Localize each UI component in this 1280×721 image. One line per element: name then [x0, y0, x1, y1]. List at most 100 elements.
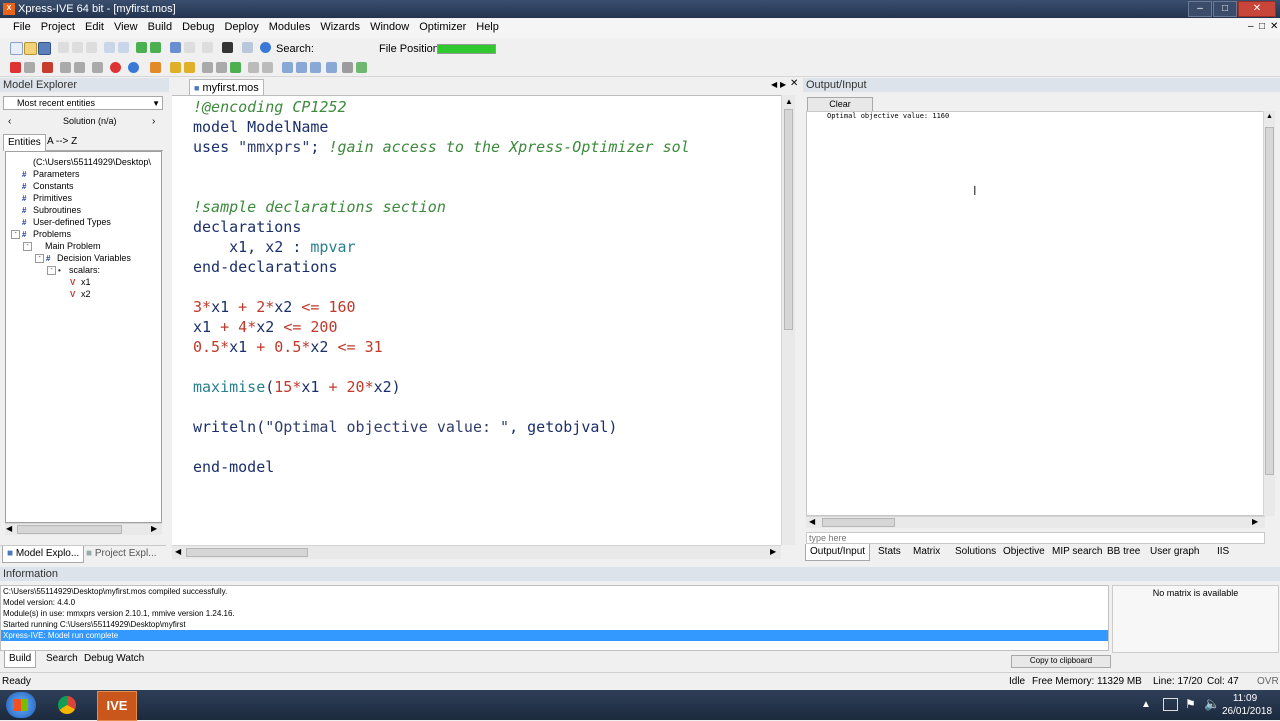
collapse-toggle-icon[interactable]: -: [23, 242, 32, 251]
maximize-button[interactable]: □: [1213, 1, 1237, 17]
output-tab-mip-search[interactable]: MIP search: [1048, 544, 1106, 560]
editor-vscroll-thumb[interactable]: [784, 109, 793, 330]
info-tab-build[interactable]: Build: [4, 651, 37, 668]
log-line[interactable]: Model version: 4.4.0: [3, 597, 75, 608]
output-vscroll-thumb[interactable]: [1265, 127, 1274, 475]
output-vertical-scrollbar[interactable]: ▲: [1263, 111, 1275, 516]
solution-next-button[interactable]: ›: [152, 116, 155, 127]
tree-item[interactable]: Vx1: [70, 276, 91, 288]
cut-icon[interactable]: [58, 42, 69, 53]
deploy-icon[interactable]: [170, 62, 181, 73]
find-icon[interactable]: [202, 42, 213, 53]
output-tab-solutions[interactable]: Solutions: [951, 544, 1000, 560]
breakpoint-icon[interactable]: [10, 62, 21, 73]
redo-icon[interactable]: [184, 42, 195, 53]
output-tab-output-input[interactable]: Output/Input: [805, 544, 871, 561]
scroll-up-icon[interactable]: ▲: [785, 97, 793, 106]
log-line[interactable]: C:\Users\55114929\Desktop\myfirst.mos co…: [3, 586, 227, 597]
copy-icon[interactable]: [72, 42, 83, 53]
menu-project[interactable]: Project: [36, 19, 80, 35]
solution-prev-button[interactable]: ‹: [8, 116, 11, 127]
tree-item[interactable]: # User-defined Types: [22, 216, 111, 228]
scroll-left-icon[interactable]: ◀: [6, 524, 12, 533]
tree-item[interactable]: Vx2: [70, 288, 91, 300]
mdi-close-button[interactable]: ✕: [1270, 21, 1278, 32]
undo-icon[interactable]: [170, 42, 181, 53]
app-icon[interactable]: X: [3, 3, 15, 15]
options-icon[interactable]: [342, 62, 353, 73]
clock-icon[interactable]: [128, 62, 139, 73]
output-scroll-right-icon[interactable]: ▶: [1252, 517, 1258, 526]
tab-myfirst-mos[interactable]: ■ myfirst.mos: [189, 79, 264, 96]
tree-item[interactable]: # Constants: [22, 180, 74, 192]
tree-horizontal-scrollbar[interactable]: ◀ ▶: [5, 523, 162, 535]
menu-modules[interactable]: Modules: [264, 19, 316, 35]
help-icon[interactable]: [260, 42, 271, 53]
tree-item[interactable]: # Subroutines: [22, 204, 81, 216]
minimize-button[interactable]: –: [1188, 1, 1212, 17]
tree-item[interactable]: # Parameters: [22, 168, 80, 180]
output-tab-objective[interactable]: Objective: [999, 544, 1049, 560]
collapse-toggle-icon[interactable]: -: [11, 230, 20, 239]
output-tab-user-graph[interactable]: User graph: [1146, 544, 1203, 560]
menu-view[interactable]: View: [109, 19, 143, 35]
tree-item[interactable]: # Primitives: [22, 192, 72, 204]
output-horizontal-scrollbar[interactable]: ◀ ▶: [806, 516, 1265, 528]
resume-icon[interactable]: [216, 62, 227, 73]
menu-wizards[interactable]: Wizards: [315, 19, 365, 35]
tree-item[interactable]: - # Decision Variables: [35, 252, 131, 264]
debug-icon[interactable]: [60, 62, 71, 73]
start-button[interactable]: [6, 692, 36, 718]
open-folder-icon[interactable]: [24, 42, 37, 55]
output-tab-stats[interactable]: Stats: [874, 544, 905, 560]
log-line[interactable]: Module(s) in use: mmxprs version 2.10.1,…: [3, 608, 235, 619]
tray-flag-icon[interactable]: ⚑: [1185, 697, 1196, 711]
volume-icon[interactable]: 🔈: [1204, 696, 1220, 712]
menu-edit[interactable]: Edit: [80, 19, 109, 35]
clock[interactable]: 11:09 26/01/2018: [1222, 692, 1272, 718]
graph-icon[interactable]: [356, 62, 367, 73]
mdi-restore-button[interactable]: □: [1259, 21, 1265, 32]
pencil-icon[interactable]: [150, 62, 161, 73]
output-hscroll-thumb[interactable]: [822, 518, 895, 527]
halt-icon[interactable]: [262, 62, 273, 73]
menu-deploy[interactable]: Deploy: [220, 19, 264, 35]
log-line[interactable]: Started running C:\Users\55114929\Deskto…: [3, 619, 186, 630]
file-position-bar[interactable]: [437, 44, 496, 54]
output-scroll-left-icon[interactable]: ◀: [809, 517, 815, 526]
tab-scroll-right-icon[interactable]: ▶: [780, 80, 786, 89]
editor-scroll-left-icon[interactable]: ◀: [175, 547, 181, 556]
paste-icon[interactable]: [86, 42, 97, 53]
download-icon[interactable]: [150, 42, 161, 53]
scroll-right-icon[interactable]: ▶: [151, 524, 157, 533]
new-file-icon[interactable]: [10, 42, 23, 55]
output-input-field[interactable]: [806, 532, 1265, 544]
output-tab-matrix[interactable]: Matrix: [909, 544, 944, 560]
chrome-taskbar-button[interactable]: [52, 692, 82, 718]
menu-debug[interactable]: Debug: [177, 19, 219, 35]
split-icon[interactable]: [326, 62, 337, 73]
tray-chevron-icon[interactable]: ▲: [1141, 699, 1151, 710]
entity-tree[interactable]: (C:\Users\55114929\Desktop\ # Parameters # C…: [5, 151, 162, 523]
mdi-minimize-button[interactable]: –: [1248, 21, 1254, 32]
run-icon[interactable]: [42, 62, 53, 73]
stop-icon[interactable]: [110, 62, 121, 73]
cascade-icon[interactable]: [296, 62, 307, 73]
tab-project-explorer[interactable]: ■ Project Expl...: [82, 546, 161, 562]
log-line[interactable]: Xpress-IVE: Model run complete: [1, 630, 1108, 641]
menu-build[interactable]: Build: [143, 19, 177, 35]
menu-window[interactable]: Window: [365, 19, 414, 35]
tab-alphabetical[interactable]: A --> Z: [43, 134, 81, 150]
pause-icon[interactable]: [202, 62, 213, 73]
tab-model-explorer[interactable]: ■ Model Explo...: [2, 546, 85, 563]
info-tab-debug-watch[interactable]: Debug Watch: [80, 651, 148, 667]
output-tab-bb-tree[interactable]: BB tree: [1103, 544, 1144, 560]
close-button[interactable]: ✕: [1238, 1, 1276, 17]
output-tab-iis[interactable]: IIS: [1213, 544, 1233, 560]
network-icon[interactable]: [1163, 698, 1178, 711]
scroll-thumb[interactable]: [17, 525, 122, 534]
preview-icon[interactable]: [118, 42, 129, 53]
tree-item[interactable]: - • scalars:: [47, 264, 100, 276]
binoculars-icon[interactable]: [222, 42, 233, 53]
wizard-icon[interactable]: [184, 62, 195, 73]
